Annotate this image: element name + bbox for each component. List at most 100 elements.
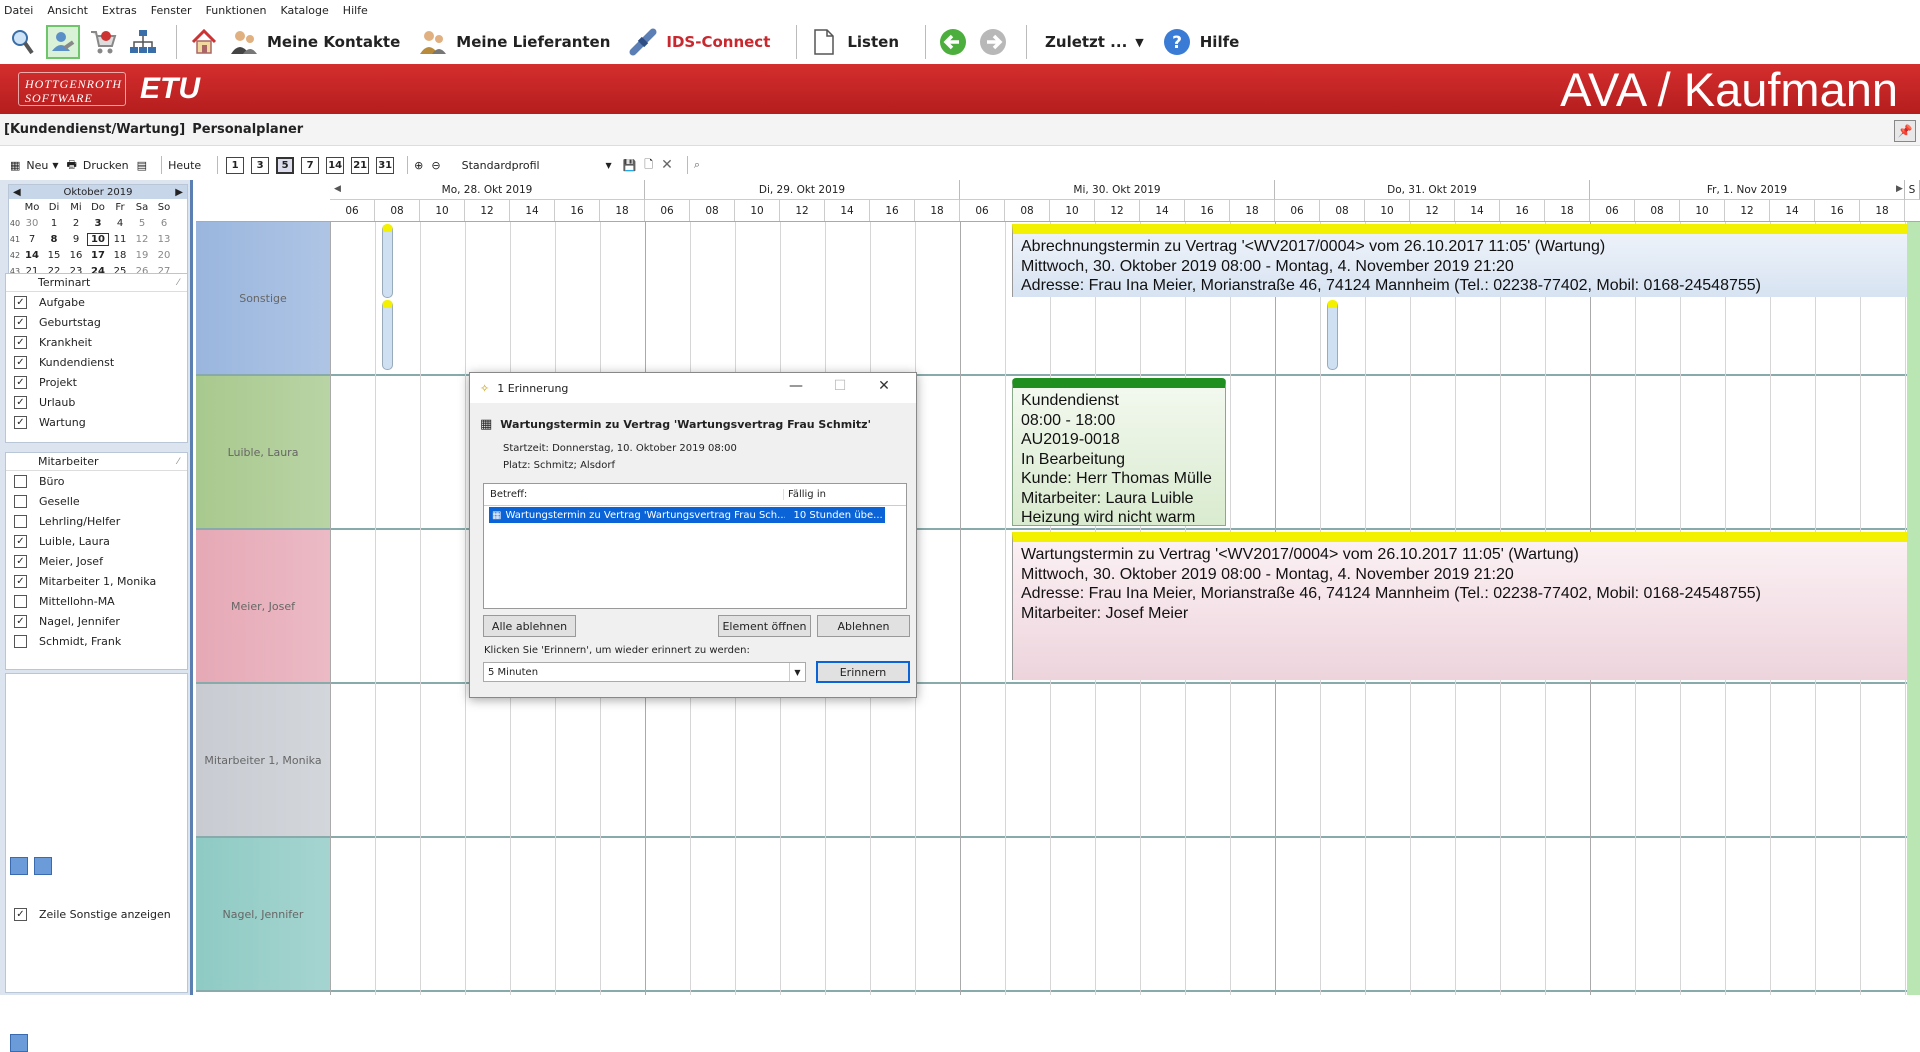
address-book-icon[interactable] <box>46 25 80 59</box>
calendar-day[interactable]: 10 <box>87 232 109 246</box>
calendar-day[interactable]: 14 <box>21 250 43 261</box>
calendar-day[interactable]: 15 <box>43 250 65 261</box>
edit-icon[interactable]: ⁄ <box>177 457 179 467</box>
calendar-day[interactable]: 20 <box>153 250 175 261</box>
today-button[interactable]: Heute <box>168 159 201 172</box>
calendar-day[interactable]: 3 <box>87 218 109 229</box>
terminart-checkbox[interactable]: ✓ <box>14 375 27 389</box>
day-header[interactable]: Mi, 30. Okt 2019 <box>960 180 1275 200</box>
mitarbeiter-checkbox[interactable]: ✓ <box>14 614 27 628</box>
menu-ansicht[interactable]: Ansicht <box>47 4 88 17</box>
terminart-item[interactable]: ✓ Aufgabe <box>6 292 187 312</box>
view-31-days-button[interactable]: 31 <box>376 156 395 174</box>
cart-icon[interactable] <box>86 25 120 59</box>
day-header[interactable]: Do, 31. Okt 2019 <box>1275 180 1590 200</box>
forward-arrow-icon[interactable] <box>976 25 1010 59</box>
column-subject[interactable]: Betreff: <box>484 489 784 500</box>
show-other-row-toggle[interactable]: ✓ Zeile Sonstige anzeigen <box>6 904 186 924</box>
menu-extras[interactable]: Extras <box>102 4 137 17</box>
mitarbeiter-item[interactable]: Schmidt, Frank <box>6 631 187 651</box>
view-1-day-button[interactable]: 1 <box>226 156 245 174</box>
day-header[interactable]: S <box>1905 180 1920 200</box>
terminart-item[interactable]: ✓ Urlaub <box>6 392 187 412</box>
pin-button[interactable]: 📌 <box>1894 120 1916 142</box>
move-up-button[interactable] <box>10 1034 28 1052</box>
calendar-day[interactable]: 19 <box>131 250 153 261</box>
view-21-days-button[interactable]: 21 <box>351 156 370 174</box>
mitarbeiter-item[interactable]: Mittellohn-MA <box>6 591 187 611</box>
scroll-down-button[interactable] <box>34 857 52 875</box>
appointment-marker[interactable] <box>382 224 393 298</box>
calendar-day[interactable]: 18 <box>109 250 131 261</box>
mitarbeiter-item[interactable]: ✓ Luible, Laura <box>6 531 187 551</box>
calendar-day[interactable]: 13 <box>153 234 175 245</box>
resource-row[interactable]: Nagel, Jennifer <box>196 838 1920 992</box>
calendar-day[interactable]: 4 <box>109 218 131 229</box>
reminder-list-item[interactable]: ▦ Wartungstermin zu Vertrag 'Wartungsver… <box>489 507 885 523</box>
menu-funktionen[interactable]: Funktionen <box>206 4 267 17</box>
close-icon[interactable]: ✕ <box>862 378 906 394</box>
terminart-item[interactable]: ✓ Projekt <box>6 372 187 392</box>
calendar-day[interactable]: 7 <box>21 234 43 245</box>
calendar-day[interactable]: 30 <box>21 218 43 229</box>
next-month-icon[interactable]: ▶ <box>175 187 183 198</box>
column-due[interactable]: Fällig in <box>784 489 826 500</box>
calendar-day[interactable]: 1 <box>43 218 65 229</box>
dismiss-all-button[interactable]: Alle ablehnen <box>483 615 576 637</box>
appointment-service[interactable]: Kundendienst 08:00 - 18:00 AU2019-0018 I… <box>1012 378 1226 526</box>
my-suppliers-button[interactable]: Meine Lieferanten <box>416 25 610 59</box>
help-button[interactable]: ? Hilfe <box>1160 25 1239 59</box>
mitarbeiter-item[interactable]: Büro <box>6 471 187 491</box>
day-header[interactable]: Mo, 28. Okt 2019 <box>330 180 645 200</box>
view-5-days-button[interactable]: 5 <box>276 156 295 174</box>
snooze-button[interactable]: Erinnern <box>816 661 910 683</box>
view-7-days-button[interactable]: 7 <box>301 156 320 174</box>
my-contacts-button[interactable]: Meine Kontakte <box>227 25 400 59</box>
zoom-out-button[interactable]: ⊖ <box>431 159 440 172</box>
terminart-checkbox[interactable]: ✓ <box>14 335 27 349</box>
terminart-item[interactable]: ✓ Krankheit <box>6 332 187 352</box>
print-button[interactable]: 🖶 Drucken <box>67 156 129 175</box>
calendar-day[interactable]: 5 <box>131 218 153 229</box>
snooze-select[interactable]: 5 Minuten ▼ <box>483 662 806 682</box>
prev-month-icon[interactable]: ◀ <box>13 187 21 198</box>
calendar-day[interactable]: 9 <box>65 234 87 245</box>
search-icon[interactable] <box>6 25 40 59</box>
view-3-days-button[interactable]: 3 <box>251 156 270 174</box>
mitarbeiter-checkbox[interactable] <box>14 494 27 508</box>
mitarbeiter-checkbox[interactable]: ✓ <box>14 534 27 548</box>
mitarbeiter-checkbox[interactable] <box>14 634 27 648</box>
day-header[interactable]: Fr, 1. Nov 2019 <box>1590 180 1905 200</box>
search-button[interactable]: ⌕ <box>694 158 700 172</box>
menu-fenster[interactable]: Fenster <box>151 4 192 17</box>
export-button[interactable]: ▤ <box>137 159 147 172</box>
terminart-checkbox[interactable]: ✓ <box>14 415 27 429</box>
menu-kataloge[interactable]: Kataloge <box>280 4 328 17</box>
menu-hilfe[interactable]: Hilfe <box>343 4 368 17</box>
open-item-button[interactable]: Element öffnen <box>718 615 811 637</box>
scroll-up-button[interactable] <box>10 857 28 875</box>
edit-icon[interactable]: ⁄ <box>177 278 179 288</box>
calendar-day[interactable]: 6 <box>153 218 175 229</box>
ids-connect-button[interactable]: IDS-Connect <box>626 25 770 59</box>
calendar-day[interactable]: 12 <box>131 234 153 245</box>
terminart-item[interactable]: ✓ Kundendienst <box>6 352 187 372</box>
appointment-marker[interactable] <box>382 300 393 370</box>
new-button[interactable]: ▦ Neu ▼ <box>10 159 59 172</box>
mitarbeiter-item[interactable]: Geselle <box>6 491 187 511</box>
reminder-list[interactable]: Betreff: Fällig in ▦ Wartungstermin zu V… <box>483 483 907 609</box>
zoom-in-button[interactable]: ⊕ <box>414 159 423 172</box>
appointment-maintenance[interactable]: Wartungstermin zu Vertrag '<WV2017/0004>… <box>1012 532 1920 680</box>
delete-profile-button[interactable]: ✕ <box>661 157 673 173</box>
minimize-icon[interactable]: — <box>774 378 818 394</box>
resource-row[interactable]: Mitarbeiter 1, Monika <box>196 684 1920 838</box>
calendar-day[interactable]: 11 <box>109 234 131 245</box>
terminart-checkbox[interactable]: ✓ <box>14 315 27 329</box>
terminart-checkbox[interactable]: ✓ <box>14 295 27 309</box>
mitarbeiter-checkbox[interactable]: ✓ <box>14 554 27 568</box>
terminart-checkbox[interactable]: ✓ <box>14 395 27 409</box>
mitarbeiter-item[interactable]: ✓ Mitarbeiter 1, Monika <box>6 571 187 591</box>
mitarbeiter-checkbox[interactable] <box>14 594 27 608</box>
mitarbeiter-item[interactable]: ✓ Nagel, Jennifer <box>6 611 187 631</box>
mitarbeiter-item[interactable]: ✓ Meier, Josef <box>6 551 187 571</box>
